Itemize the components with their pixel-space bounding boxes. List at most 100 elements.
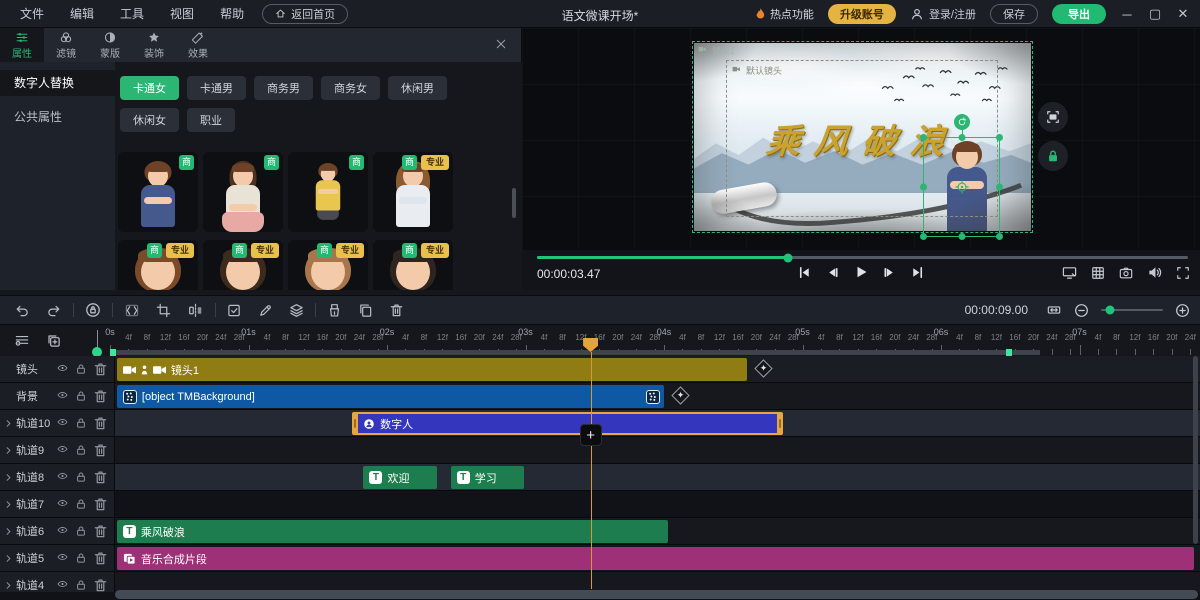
- track-delete-icon[interactable]: [93, 470, 108, 485]
- anchor-lock-icon[interactable]: [85, 302, 101, 318]
- track-header-轨道6[interactable]: 轨道6: [0, 518, 115, 544]
- track-visibility-icon[interactable]: [56, 497, 69, 512]
- resize-handle-nw[interactable]: [920, 134, 927, 141]
- panel-close-icon[interactable]: [495, 38, 507, 50]
- track-delete-icon[interactable]: [93, 524, 108, 539]
- layers-icon[interactable]: [289, 303, 304, 318]
- tab-效果[interactable]: 效果: [176, 28, 220, 62]
- skip-start-button[interactable]: [797, 265, 812, 280]
- hot-feature-button[interactable]: 热点功能: [755, 6, 814, 22]
- track-header-轨道7[interactable]: 轨道7: [0, 491, 115, 517]
- category-chip-商务男[interactable]: 商务男: [254, 76, 313, 100]
- fit-timeline-icon[interactable]: [1046, 303, 1062, 317]
- track-header-轨道5[interactable]: 轨道5: [0, 545, 115, 571]
- track-visibility-icon[interactable]: [56, 524, 69, 539]
- sidebar-item-公共属性[interactable]: 公共属性: [0, 104, 115, 130]
- avatar-card-1[interactable]: 商: [118, 152, 198, 232]
- category-chip-休闲女[interactable]: 休闲女: [120, 108, 179, 132]
- clip-trim-right[interactable]: [777, 412, 783, 435]
- maximize-button[interactable]: ▢: [1148, 6, 1162, 22]
- clip-trim-left[interactable]: [352, 412, 358, 435]
- undo-icon[interactable]: [14, 303, 30, 318]
- track-visibility-icon[interactable]: [56, 389, 69, 404]
- track-delete-icon[interactable]: [93, 443, 108, 458]
- export-button[interactable]: 导出: [1052, 4, 1106, 24]
- chevron-right-icon[interactable]: [0, 581, 16, 590]
- track-visibility-icon[interactable]: [56, 362, 69, 377]
- track-visibility-icon[interactable]: [56, 416, 69, 431]
- clip-[object TMBackground][interactable]: [object TMBackground]: [117, 385, 664, 408]
- track-header-轨道8[interactable]: 轨道8: [0, 464, 115, 490]
- format-brush-icon[interactable]: [327, 303, 342, 318]
- resize-handle-e[interactable]: [996, 184, 1003, 191]
- resize-handle-se[interactable]: [996, 233, 1003, 240]
- menu-item-帮助[interactable]: 帮助: [220, 5, 244, 22]
- track-header-镜头[interactable]: 镜头: [0, 356, 115, 382]
- timeline-zoom-slider[interactable]: [1101, 309, 1163, 311]
- track-delete-icon[interactable]: [93, 389, 108, 404]
- track-visibility-icon[interactable]: [56, 578, 69, 593]
- crop-icon[interactable]: [156, 303, 171, 318]
- menu-item-视图[interactable]: 视图: [170, 5, 194, 22]
- copy-icon[interactable]: [358, 303, 373, 318]
- chevron-right-icon[interactable]: [0, 527, 16, 536]
- clip-乘风破浪[interactable]: T乘风破浪: [117, 520, 668, 543]
- track-lock-icon[interactable]: [75, 416, 87, 431]
- track-delete-icon[interactable]: [93, 497, 108, 512]
- sidebar-item-数字人替换[interactable]: 数字人替换: [0, 70, 115, 96]
- chevron-right-icon[interactable]: [0, 554, 16, 563]
- resize-handle-w[interactable]: [920, 184, 927, 191]
- redo-icon[interactable]: [46, 303, 62, 318]
- add-keyframe-button[interactable]: ✦: [671, 386, 689, 404]
- add-at-playhead-button[interactable]: +: [580, 424, 602, 446]
- fit-screen-button[interactable]: [1038, 102, 1068, 132]
- resize-handle-n[interactable]: [958, 134, 965, 141]
- track-header-轨道4[interactable]: 轨道4: [0, 572, 115, 592]
- tab-蒙版[interactable]: 蒙版: [88, 28, 132, 62]
- panel-scrollbar[interactable]: [512, 188, 516, 218]
- category-chip-商务女[interactable]: 商务女: [321, 76, 380, 100]
- track-lock-icon[interactable]: [75, 578, 87, 593]
- zoom-in-icon[interactable]: [1175, 303, 1190, 318]
- back-home-button[interactable]: 返回首页: [262, 4, 348, 24]
- tab-装饰[interactable]: 装饰: [132, 28, 176, 62]
- menu-item-文件[interactable]: 文件: [20, 5, 44, 22]
- save-button[interactable]: 保存: [990, 4, 1038, 24]
- avatar-card-8[interactable]: 商专业: [373, 240, 453, 290]
- track-lock-icon[interactable]: [75, 443, 87, 458]
- track-delete-icon[interactable]: [93, 578, 108, 593]
- timeline-vertical-scrollbar[interactable]: [1193, 356, 1198, 544]
- pencil-icon[interactable]: [258, 303, 273, 318]
- flip-icon[interactable]: [187, 303, 204, 318]
- category-chip-卡通男[interactable]: 卡通男: [187, 76, 246, 100]
- track-lock-icon[interactable]: [75, 389, 87, 404]
- track-delete-icon[interactable]: [93, 362, 108, 377]
- chevron-right-icon[interactable]: [0, 500, 16, 509]
- track-header-轨道10[interactable]: 轨道10: [0, 410, 115, 436]
- preview-progress-bar[interactable]: [537, 256, 1188, 259]
- track-delete-icon[interactable]: [93, 551, 108, 566]
- track-header-轨道9[interactable]: 轨道9: [0, 437, 115, 463]
- avatar-card-5[interactable]: 商专业: [118, 240, 198, 290]
- tab-属性[interactable]: 属性: [0, 28, 44, 62]
- category-chip-休闲男[interactable]: 休闲男: [388, 76, 447, 100]
- login-button[interactable]: 登录/注册: [910, 6, 976, 22]
- chevron-right-icon[interactable]: [0, 473, 16, 482]
- delete-icon[interactable]: [389, 303, 404, 318]
- category-chip-职业[interactable]: 职业: [187, 108, 235, 132]
- track-lock-icon[interactable]: [75, 497, 87, 512]
- select-edit-icon[interactable]: [227, 303, 242, 318]
- clip-音乐合成片段[interactable]: 音乐合成片段: [117, 547, 1195, 570]
- play-button[interactable]: [853, 264, 869, 280]
- clip-欢迎[interactable]: T欢迎: [363, 466, 436, 489]
- code-brackets-icon[interactable]: [124, 303, 140, 318]
- avatar-card-2[interactable]: 商: [203, 152, 283, 232]
- upgrade-account-button[interactable]: 升级账号: [828, 4, 896, 24]
- tab-滤镜[interactable]: 滤镜: [44, 28, 88, 62]
- clip-数字人[interactable]: 数字人: [355, 412, 780, 435]
- track-delete-icon[interactable]: [93, 416, 108, 431]
- resize-handle-ne[interactable]: [996, 134, 1003, 141]
- object-selection-box[interactable]: [923, 137, 1000, 237]
- menu-item-工具[interactable]: 工具: [120, 5, 144, 22]
- resize-handle-s[interactable]: [958, 233, 965, 240]
